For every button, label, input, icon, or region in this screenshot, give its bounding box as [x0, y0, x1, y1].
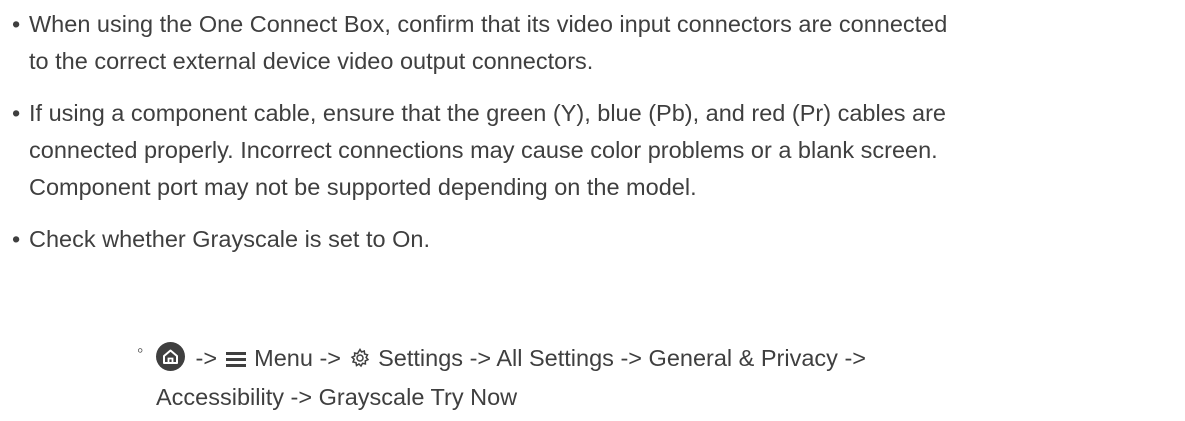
bullet-dot: •: [12, 11, 21, 37]
settings-path-line: Accessibility -> Grayscale Try Now: [156, 379, 1144, 416]
path-settings: Settings: [378, 345, 464, 371]
bullet-text-line: connected properly. Incorrect connection…: [29, 137, 938, 163]
settings-path-line: -> Menu -> Settings -> All Settings -> G…: [156, 340, 1144, 379]
bullet-list: • When using the One Connect Box, confir…: [12, 6, 1182, 273]
path-arrow: ->: [620, 345, 643, 371]
settings-path-item: ◦ -> Menu -> Settings -> All Settings ->…: [137, 340, 1144, 416]
bullet-text-line: to the correct external device video out…: [29, 48, 594, 74]
path-arrow: ->: [469, 345, 492, 371]
hamburger-menu-icon: [225, 342, 246, 379]
path-arrow: ->: [290, 384, 313, 410]
gear-icon: [350, 342, 370, 379]
sub-bullet-dot: ◦: [137, 340, 144, 360]
path-menu: Menu: [254, 345, 313, 371]
path-accessibility: Accessibility: [156, 384, 284, 410]
bullet-text-line: If using a component cable, ensure that …: [29, 100, 947, 126]
path-general-privacy: General & Privacy: [648, 345, 838, 371]
bullet-item-one-connect: • When using the One Connect Box, confir…: [12, 6, 1182, 80]
bullet-text-line: Check whether Grayscale is set to On.: [29, 226, 430, 252]
bullet-text-line: When using the One Connect Box, confirm …: [29, 11, 948, 37]
bullet-item-grayscale: • Check whether Grayscale is set to On.: [12, 221, 1182, 258]
bullet-text-line: Component port may not be supported depe…: [29, 174, 697, 200]
path-all-settings: All Settings: [496, 345, 614, 371]
settings-path-list: ◦ -> Menu -> Settings -> All Settings ->…: [137, 340, 1144, 416]
path-arrow: ->: [844, 345, 867, 371]
bullet-dot: •: [12, 226, 21, 252]
try-now-link[interactable]: Try Now: [431, 384, 518, 410]
path-grayscale: Grayscale: [318, 384, 425, 410]
bullet-dot: •: [12, 100, 21, 126]
path-arrow: ->: [195, 345, 218, 371]
bullet-item-component-cable: • If using a component cable, ensure tha…: [12, 95, 1182, 206]
home-icon[interactable]: [156, 342, 185, 371]
path-arrow: ->: [319, 345, 342, 371]
